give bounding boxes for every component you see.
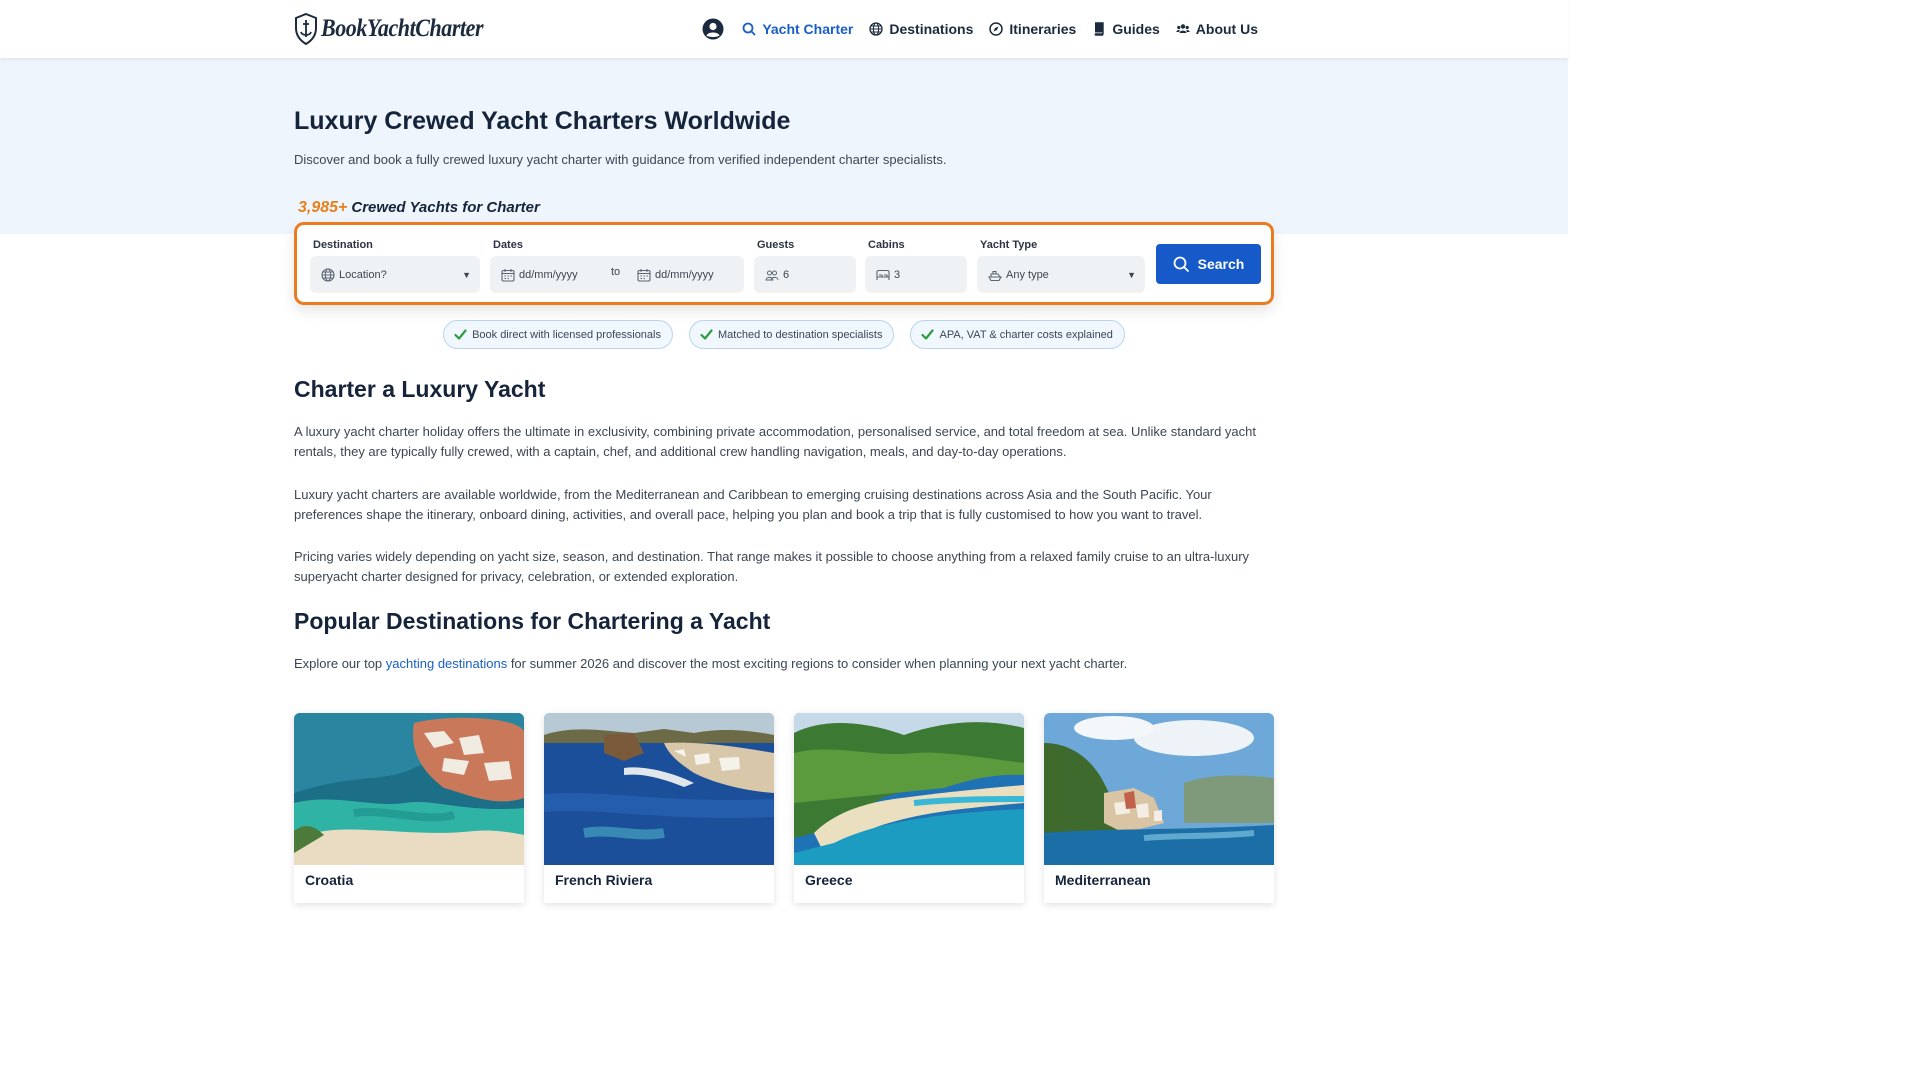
nav-label: Yacht Charter — [762, 21, 854, 37]
search-icon — [742, 22, 756, 36]
trust-badge: APA, VAT & charter costs explained — [910, 320, 1125, 349]
guests-label: Guests — [757, 239, 795, 251]
card-title: Greece — [805, 872, 853, 888]
intro-text: for summer 2026 and discover the most ex… — [507, 656, 1128, 671]
cabins-value: 3 — [894, 268, 901, 281]
users-icon — [1176, 24, 1190, 33]
nav-guides[interactable]: Guides — [1092, 21, 1160, 37]
nav-itineraries[interactable]: Itineraries — [989, 21, 1076, 37]
compass-icon — [989, 22, 1004, 36]
nav-label: About Us — [1195, 21, 1258, 37]
trust-badge-label: Book direct with licensed professionals — [472, 328, 661, 341]
destination-card-greece[interactable]: Greece — [794, 713, 1024, 903]
yacht-count-label: Crewed Yachts for Charter — [351, 199, 540, 216]
yachting-destinations-link[interactable]: yachting destinations — [386, 656, 507, 671]
guests-value: 6 — [783, 268, 790, 281]
globe-icon — [869, 22, 884, 36]
destination-card-croatia[interactable]: Croatia — [294, 713, 524, 903]
page-title: Luxury Crewed Yacht Charters Worldwide — [294, 107, 791, 135]
checkmark-icon — [921, 329, 935, 340]
nav-destinations[interactable]: Destinations — [869, 21, 973, 37]
search-icon — [1173, 256, 1189, 272]
destinations-intro: Explore our top yachting destinations fo… — [294, 654, 1274, 674]
charter-paragraph-2: Luxury yacht charters are available worl… — [294, 487, 1212, 522]
dates-label: Dates — [493, 239, 523, 251]
destination-card-french-riviera[interactable]: French Riviera — [544, 713, 774, 903]
chevron-down-icon: ▼ — [462, 269, 471, 280]
nav-label: Destinations — [889, 21, 974, 37]
trust-badge: Book direct with licensed professionals — [443, 320, 673, 349]
bed-icon — [876, 269, 890, 280]
date-to-input[interactable]: dd/mm/yyyy — [626, 256, 744, 293]
yacht-type-select[interactable]: Any type ▼ — [977, 256, 1145, 293]
destination-image — [544, 713, 774, 865]
section-title-destinations: Popular Destinations for Chartering a Ya… — [294, 608, 771, 634]
nav-about-us[interactable]: About Us — [1176, 21, 1258, 37]
chevron-down-icon: ▼ — [1127, 269, 1136, 280]
guests-icon — [765, 270, 779, 280]
guests-input[interactable]: 6 — [754, 256, 856, 293]
destination-select[interactable]: Location? ▼ — [310, 256, 480, 293]
charter-paragraph-3: Pricing varies widely depending on yacht… — [294, 549, 1250, 584]
trust-badge-label: Matched to destination specialists — [718, 328, 883, 341]
hero-subtitle: Discover and book a fully crewed luxury … — [294, 152, 947, 167]
yacht-count: 3,985+ Crewed Yachts for Charter — [298, 199, 540, 217]
globe-icon — [321, 267, 335, 282]
yacht-count-number: 3,985+ — [298, 199, 348, 216]
site-logo[interactable]: BookYachtCharter — [294, 13, 505, 45]
intro-text: Explore our top — [294, 656, 386, 671]
card-title: Mediterranean — [1055, 872, 1151, 888]
trust-badge: Matched to destination specialists — [689, 320, 895, 349]
book-icon — [1094, 22, 1105, 36]
user-account-icon[interactable] — [702, 18, 724, 40]
nav-label: Itineraries — [1009, 21, 1077, 37]
trust-badge-label: APA, VAT & charter costs explained — [939, 328, 1113, 341]
destination-image — [794, 713, 1024, 865]
destination-image — [294, 713, 524, 865]
yacht-type-label: Yacht Type — [980, 239, 1038, 251]
card-title: French Riviera — [555, 872, 653, 888]
nav-yacht-charter[interactable]: Yacht Charter — [742, 21, 853, 37]
destination-value: Location? — [339, 268, 387, 281]
trust-badges: Book direct with licensed professionals … — [0, 320, 1568, 349]
nav-label: Guides — [1112, 21, 1160, 37]
hero-background — [0, 59, 1568, 234]
card-title: Croatia — [305, 872, 354, 888]
main-nav: Yacht Charter Destinations Itineraries G… — [702, 18, 1258, 40]
top-navigation-bar: BookYachtCharter Yacht Charter Destinati… — [0, 0, 1568, 59]
yacht-icon — [988, 270, 1002, 281]
calendar-icon — [637, 268, 651, 282]
cabins-label: Cabins — [868, 239, 905, 251]
logo-text: BookYachtCharter — [321, 15, 484, 42]
destination-label: Destination — [313, 239, 373, 251]
date-to-separator: to — [611, 266, 621, 278]
search-button-label: Search — [1197, 256, 1245, 272]
yacht-type-value: Any type — [1006, 268, 1049, 281]
shield-logo-icon — [295, 13, 317, 45]
yacht-search-form: Destination Location? ▼ Dates dd/mm/yyyy… — [294, 222, 1274, 305]
date-to-placeholder: dd/mm/yyyy — [655, 268, 714, 281]
checkmark-icon — [700, 329, 713, 340]
date-from-placeholder: dd/mm/yyyy — [519, 268, 578, 281]
charter-paragraph-1: A luxury yacht charter holiday offers th… — [294, 424, 1256, 459]
cabins-input[interactable]: 3 — [865, 256, 967, 293]
date-from-input[interactable]: dd/mm/yyyy — [490, 256, 600, 293]
destination-image — [1044, 713, 1274, 865]
section-title-charter: Charter a Luxury Yacht — [294, 376, 546, 402]
calendar-icon — [501, 268, 515, 282]
search-button[interactable]: Search — [1156, 244, 1261, 284]
checkmark-icon — [454, 329, 467, 340]
destination-card-mediterranean[interactable]: Mediterranean — [1044, 713, 1274, 903]
